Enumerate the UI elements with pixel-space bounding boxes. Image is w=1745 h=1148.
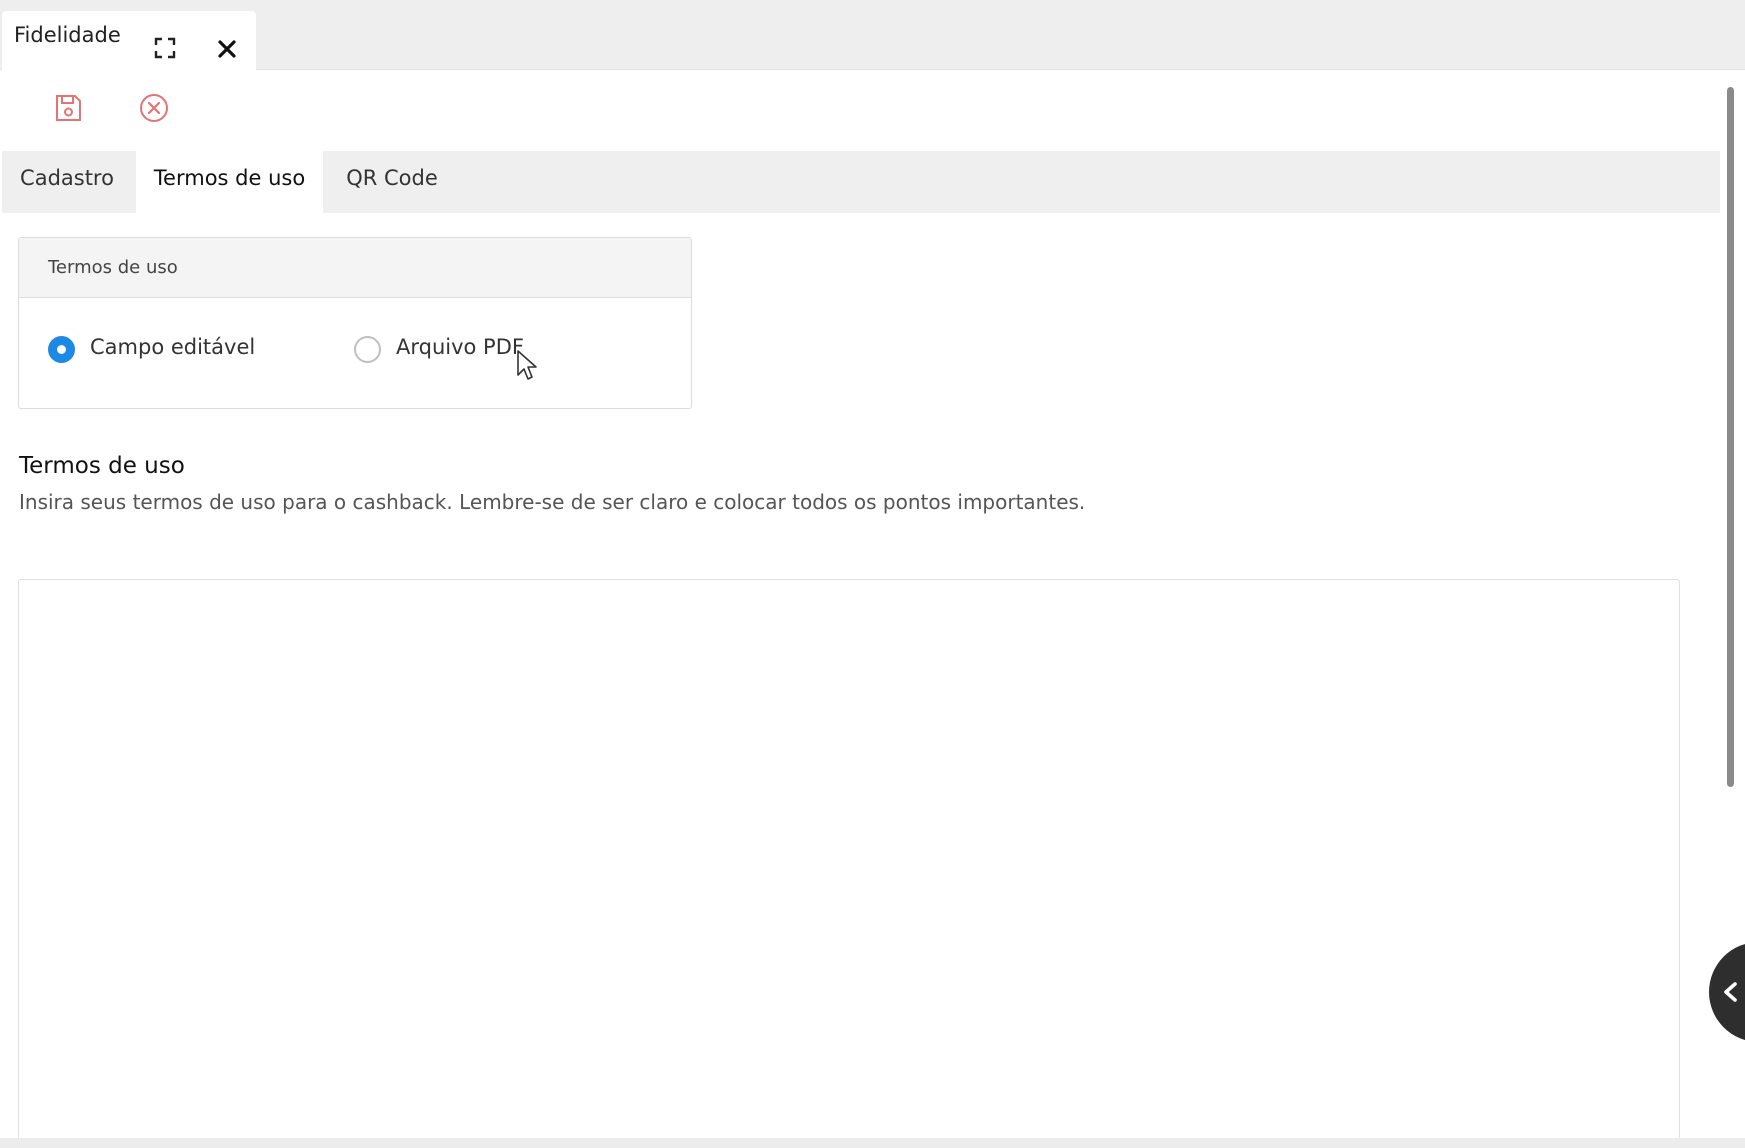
expand-icon[interactable]: [154, 37, 176, 59]
radio-button-unchecked[interactable]: [354, 336, 381, 363]
save-icon[interactable]: [52, 92, 84, 124]
tab-cadastro[interactable]: Cadastro: [2, 151, 132, 213]
window-tab-bar: Fidelidade: [0, 0, 1745, 70]
radio-button-checked[interactable]: [48, 336, 75, 363]
window-tab-title: Fidelidade: [14, 23, 121, 47]
tab-termos-de-uso[interactable]: Termos de uso: [136, 151, 323, 213]
terms-type-panel: Termos de uso Campo editável Arquivo PDF: [18, 237, 692, 409]
chevron-left-icon: [1724, 982, 1737, 1002]
terms-type-panel-header: Termos de uso: [19, 238, 691, 298]
radio-label-campo-editavel: Campo editável: [90, 335, 256, 359]
tabs-bar: Cadastro Termos de uso QR Code: [2, 151, 1720, 213]
radio-label-arquivo-pdf: Arquivo PDF: [396, 335, 524, 359]
terms-editor[interactable]: [18, 579, 1680, 1140]
bottom-strip: [0, 1138, 1745, 1148]
radio-arquivo-pdf[interactable]: Arquivo PDF: [354, 335, 554, 367]
close-icon[interactable]: [216, 38, 238, 60]
radio-campo-editavel[interactable]: Campo editável: [48, 335, 288, 367]
tab-qr-code[interactable]: QR Code: [327, 151, 457, 213]
scrollbar-thumb[interactable]: [1727, 87, 1734, 787]
cancel-icon[interactable]: [138, 92, 170, 124]
window-tab-fidelidade[interactable]: Fidelidade: [2, 11, 256, 70]
terms-type-panel-title: Termos de uso: [48, 257, 178, 278]
terms-section-description: Insira seus termos de uso para o cashbac…: [19, 490, 1086, 514]
terms-section-title: Termos de uso: [19, 453, 185, 479]
